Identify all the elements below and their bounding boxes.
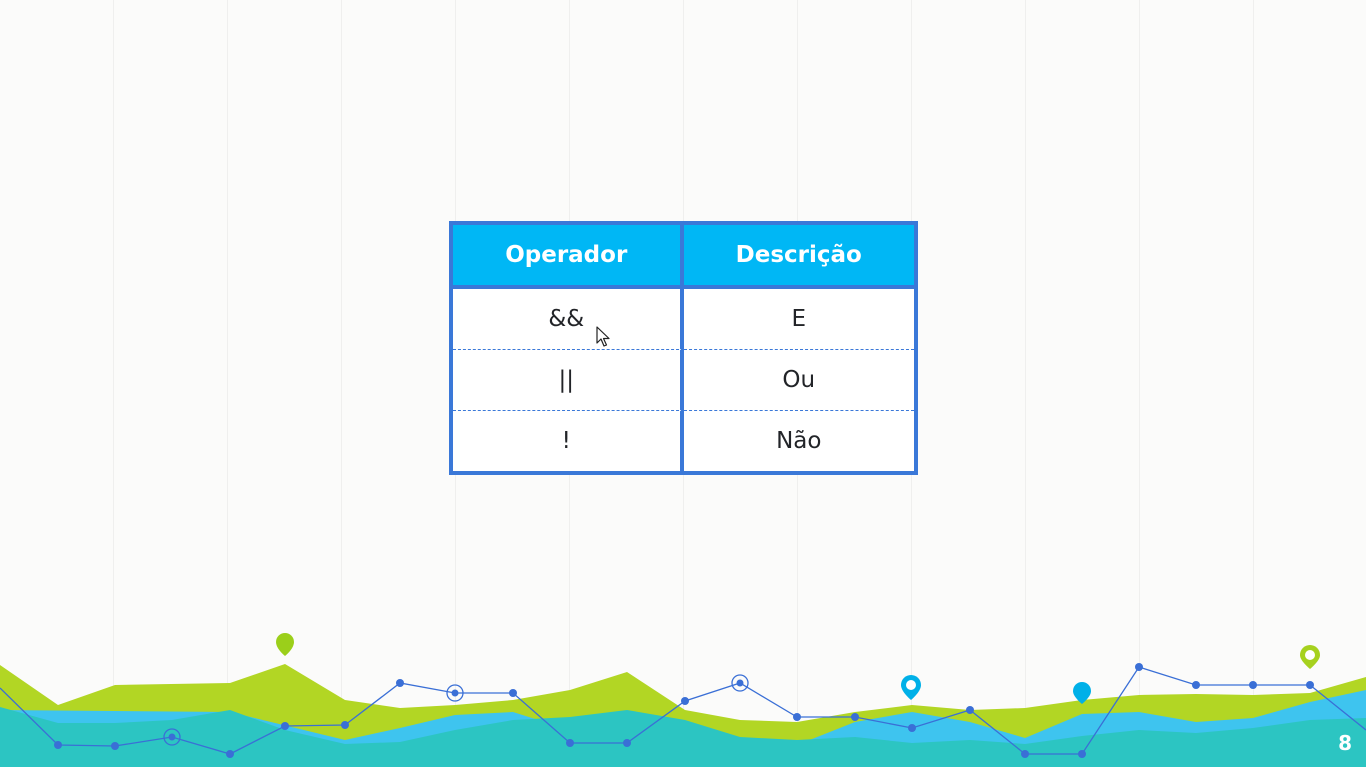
page-number: 8 [1338,731,1352,755]
operators-table: Operador Descrição && E || Ou ! Não [449,221,918,475]
column-header-operator: Operador [453,225,684,289]
description-cell: Ou [683,350,914,411]
operator-cell: || [453,350,684,411]
slide: Operador Descrição && E || Ou ! Não 8 [0,0,1366,767]
table-row: && E [453,289,914,350]
description-cell: Não [683,411,914,471]
table-header-row: Operador Descrição [453,225,914,289]
operator-cell: ! [453,411,684,471]
table-row: || Ou [453,350,914,411]
description-cell: E [683,289,914,350]
mouse-pointer-icon [596,326,610,347]
operator-cell: && [453,289,684,350]
decorative-landscape [0,633,1366,767]
map-pin-icon [276,633,294,656]
map-pin-icon [1300,645,1320,669]
map-pin-icon [901,675,921,700]
column-header-description: Descrição [683,225,914,289]
table-row: ! Não [453,411,914,471]
